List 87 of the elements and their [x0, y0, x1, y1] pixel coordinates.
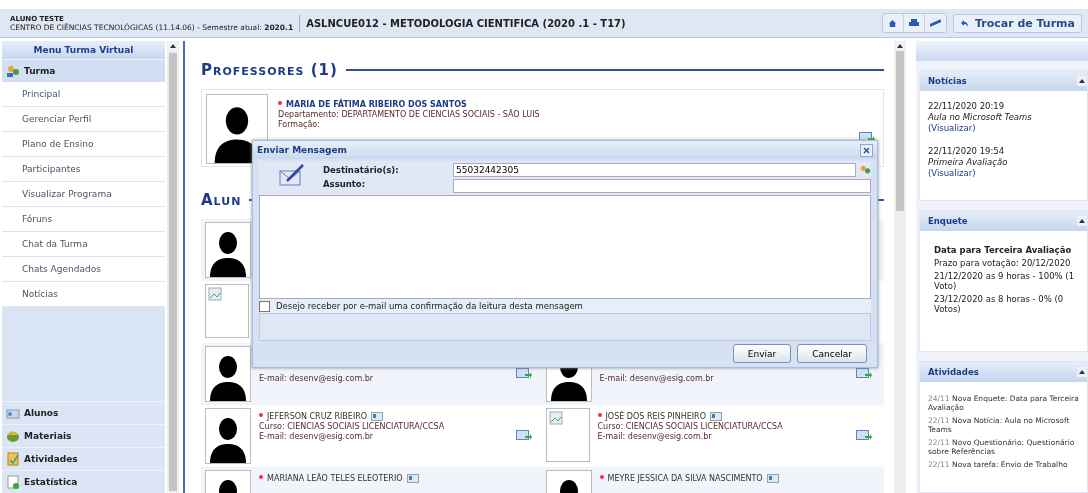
student-name[interactable]: JEFERSON CRUZ RIBEIRO: [267, 412, 368, 421]
email-text: E-mail: desenv@esig.com.br: [259, 432, 375, 441]
menu-item[interactable]: Visualizar Programa: [2, 182, 165, 207]
news-date: 22/11/2020 20:19: [928, 101, 1006, 112]
panel-title: Notícias: [928, 76, 967, 87]
department-text: Departamento: DEPARTAMENTO DE CIENCIAS SOCIAIS - SÃO LUIS: [278, 110, 541, 119]
poll-deadline: Prazo para votação: 20/12/2020: [934, 258, 1072, 269]
email-text: E-mail: desenv@esig.com.br: [599, 374, 715, 383]
checkbox[interactable]: [259, 300, 270, 312]
document-icon: [6, 475, 20, 489]
people-icon[interactable]: [859, 164, 871, 176]
subject-field[interactable]: [453, 179, 871, 193]
sidebar-title: Menu Turma Virtual: [2, 41, 165, 59]
cube-icon: [6, 429, 20, 443]
avatar-placeholder: [205, 408, 251, 464]
status-dot-icon: [259, 475, 263, 479]
scrollbar-thumb[interactable]: [169, 53, 177, 491]
recipients-label: Destinatário(s):: [323, 165, 400, 175]
panel-title: Enquete: [928, 216, 968, 227]
email-text: E-mail: desenv@esig.com.br: [259, 374, 375, 383]
card-icon: [6, 406, 20, 420]
checklist-icon: [6, 452, 20, 466]
cancel-button[interactable]: Cancelar: [797, 344, 867, 363]
menu-item[interactable]: Chats Agendados: [2, 257, 165, 282]
course-text: Curso: CIENCIAS SOCIAIS LICENCIATURA/CCSA: [597, 422, 784, 431]
student-name[interactable]: MARIANA LEÃO TELES ELEOTERIO: [267, 474, 403, 483]
collapse-icon[interactable]: [895, 41, 905, 51]
student-name[interactable]: JOSÉ DOS REIS PINHEIRO: [605, 412, 706, 421]
recipients-field[interactable]: 55032442305: [453, 163, 856, 177]
message-icon[interactable]: [515, 366, 532, 380]
panel-title: Atividades: [928, 366, 979, 377]
view-link[interactable]: (Visualizar): [928, 123, 1079, 134]
broken-image-icon: [548, 411, 563, 425]
menu-group[interactable]: Turma: [2, 59, 165, 82]
scrollbar-thumb[interactable]: [896, 51, 904, 211]
menu-item[interactable]: Plano de Ensino: [2, 132, 165, 157]
close-icon: [863, 146, 870, 154]
card-icon[interactable]: [766, 474, 779, 483]
message-icon[interactable]: [856, 428, 872, 442]
status-dot-icon: [259, 413, 263, 417]
card-icon[interactable]: [371, 412, 384, 421]
avatar-placeholder: [205, 222, 251, 278]
scrollbar[interactable]: [167, 41, 179, 493]
menu-item[interactable]: Chat da Turma: [2, 232, 165, 257]
scrollbar[interactable]: [894, 41, 906, 493]
subject-label: Assunto:: [323, 179, 367, 189]
message-icon[interactable]: [515, 428, 532, 442]
avatar-placeholder: [205, 346, 251, 402]
checkbox-label: Desejo receber por e-mail uma confirmação da leitura desta mensagem: [276, 301, 583, 311]
message-field[interactable]: [259, 195, 871, 299]
menu-item[interactable]: Notícias: [2, 282, 165, 307]
menu-item[interactable]: Principal: [2, 82, 165, 107]
formation-text: Formação:: [278, 120, 321, 129]
send-button[interactable]: Enviar: [732, 344, 792, 363]
menu-item[interactable]: Participantes: [2, 157, 165, 182]
close-button[interactable]: [860, 143, 873, 157]
news-title: Primeira Avaliação: [928, 157, 1009, 168]
poll-question: Data para Terceira Avaliação: [934, 245, 1073, 256]
collapse-icon[interactable]: [168, 41, 178, 51]
status-dot-icon: [597, 413, 602, 417]
course-title: ASLNCUE012 - METODOLOGIA CIENTIFICA (2020 .1 - T17): [306, 17, 627, 29]
course-text: Curso: CIENCIAS SOCIAIS LICENCIATURA/CCSA: [259, 422, 446, 431]
view-link[interactable]: (Visualizar): [928, 168, 1079, 179]
poll-option: 23/12/2020 as 8 horas - 0% (0 Votos): [934, 294, 1079, 315]
card-icon[interactable]: [406, 474, 419, 483]
collapse-icon[interactable]: [1077, 76, 1087, 87]
collapse-icon[interactable]: [1077, 366, 1087, 377]
collapse-icon[interactable]: [1077, 216, 1087, 227]
menu-item[interactable]: Fóruns: [2, 207, 165, 232]
news-title: Aula no Microsoft Teams: [928, 112, 1033, 123]
status-dot-icon: [599, 475, 604, 479]
section-heading: Professores (1): [201, 61, 338, 79]
student-name[interactable]: MEYRE JESSICA DA SILVA NASCIMENTO: [607, 474, 763, 483]
switch-class-button[interactable]: Trocar de Turma: [952, 13, 1082, 33]
email-text: E-mail: desenv@esig.com.br: [597, 432, 713, 441]
card-icon[interactable]: [709, 412, 722, 421]
section-heading: Alun: [201, 191, 242, 209]
message-icon[interactable]: [856, 366, 872, 380]
poll-option: 21/12/2020 as 9 horas - 100% (1 Voto): [934, 271, 1079, 292]
broken-image-icon: [208, 287, 222, 301]
back-arrow-icon: [959, 18, 969, 28]
professor-name[interactable]: MARIA DE FÁTIMA RIBEIRO DOS SANTOS: [286, 100, 467, 109]
dialog-title: Enviar Mensagem: [257, 145, 347, 155]
menu-item[interactable]: Gerenciar Perfil: [2, 107, 165, 132]
status-dot-icon: [278, 101, 282, 105]
news-date: 22/11/2020 19:54: [928, 146, 1006, 157]
people-icon: [6, 64, 20, 78]
